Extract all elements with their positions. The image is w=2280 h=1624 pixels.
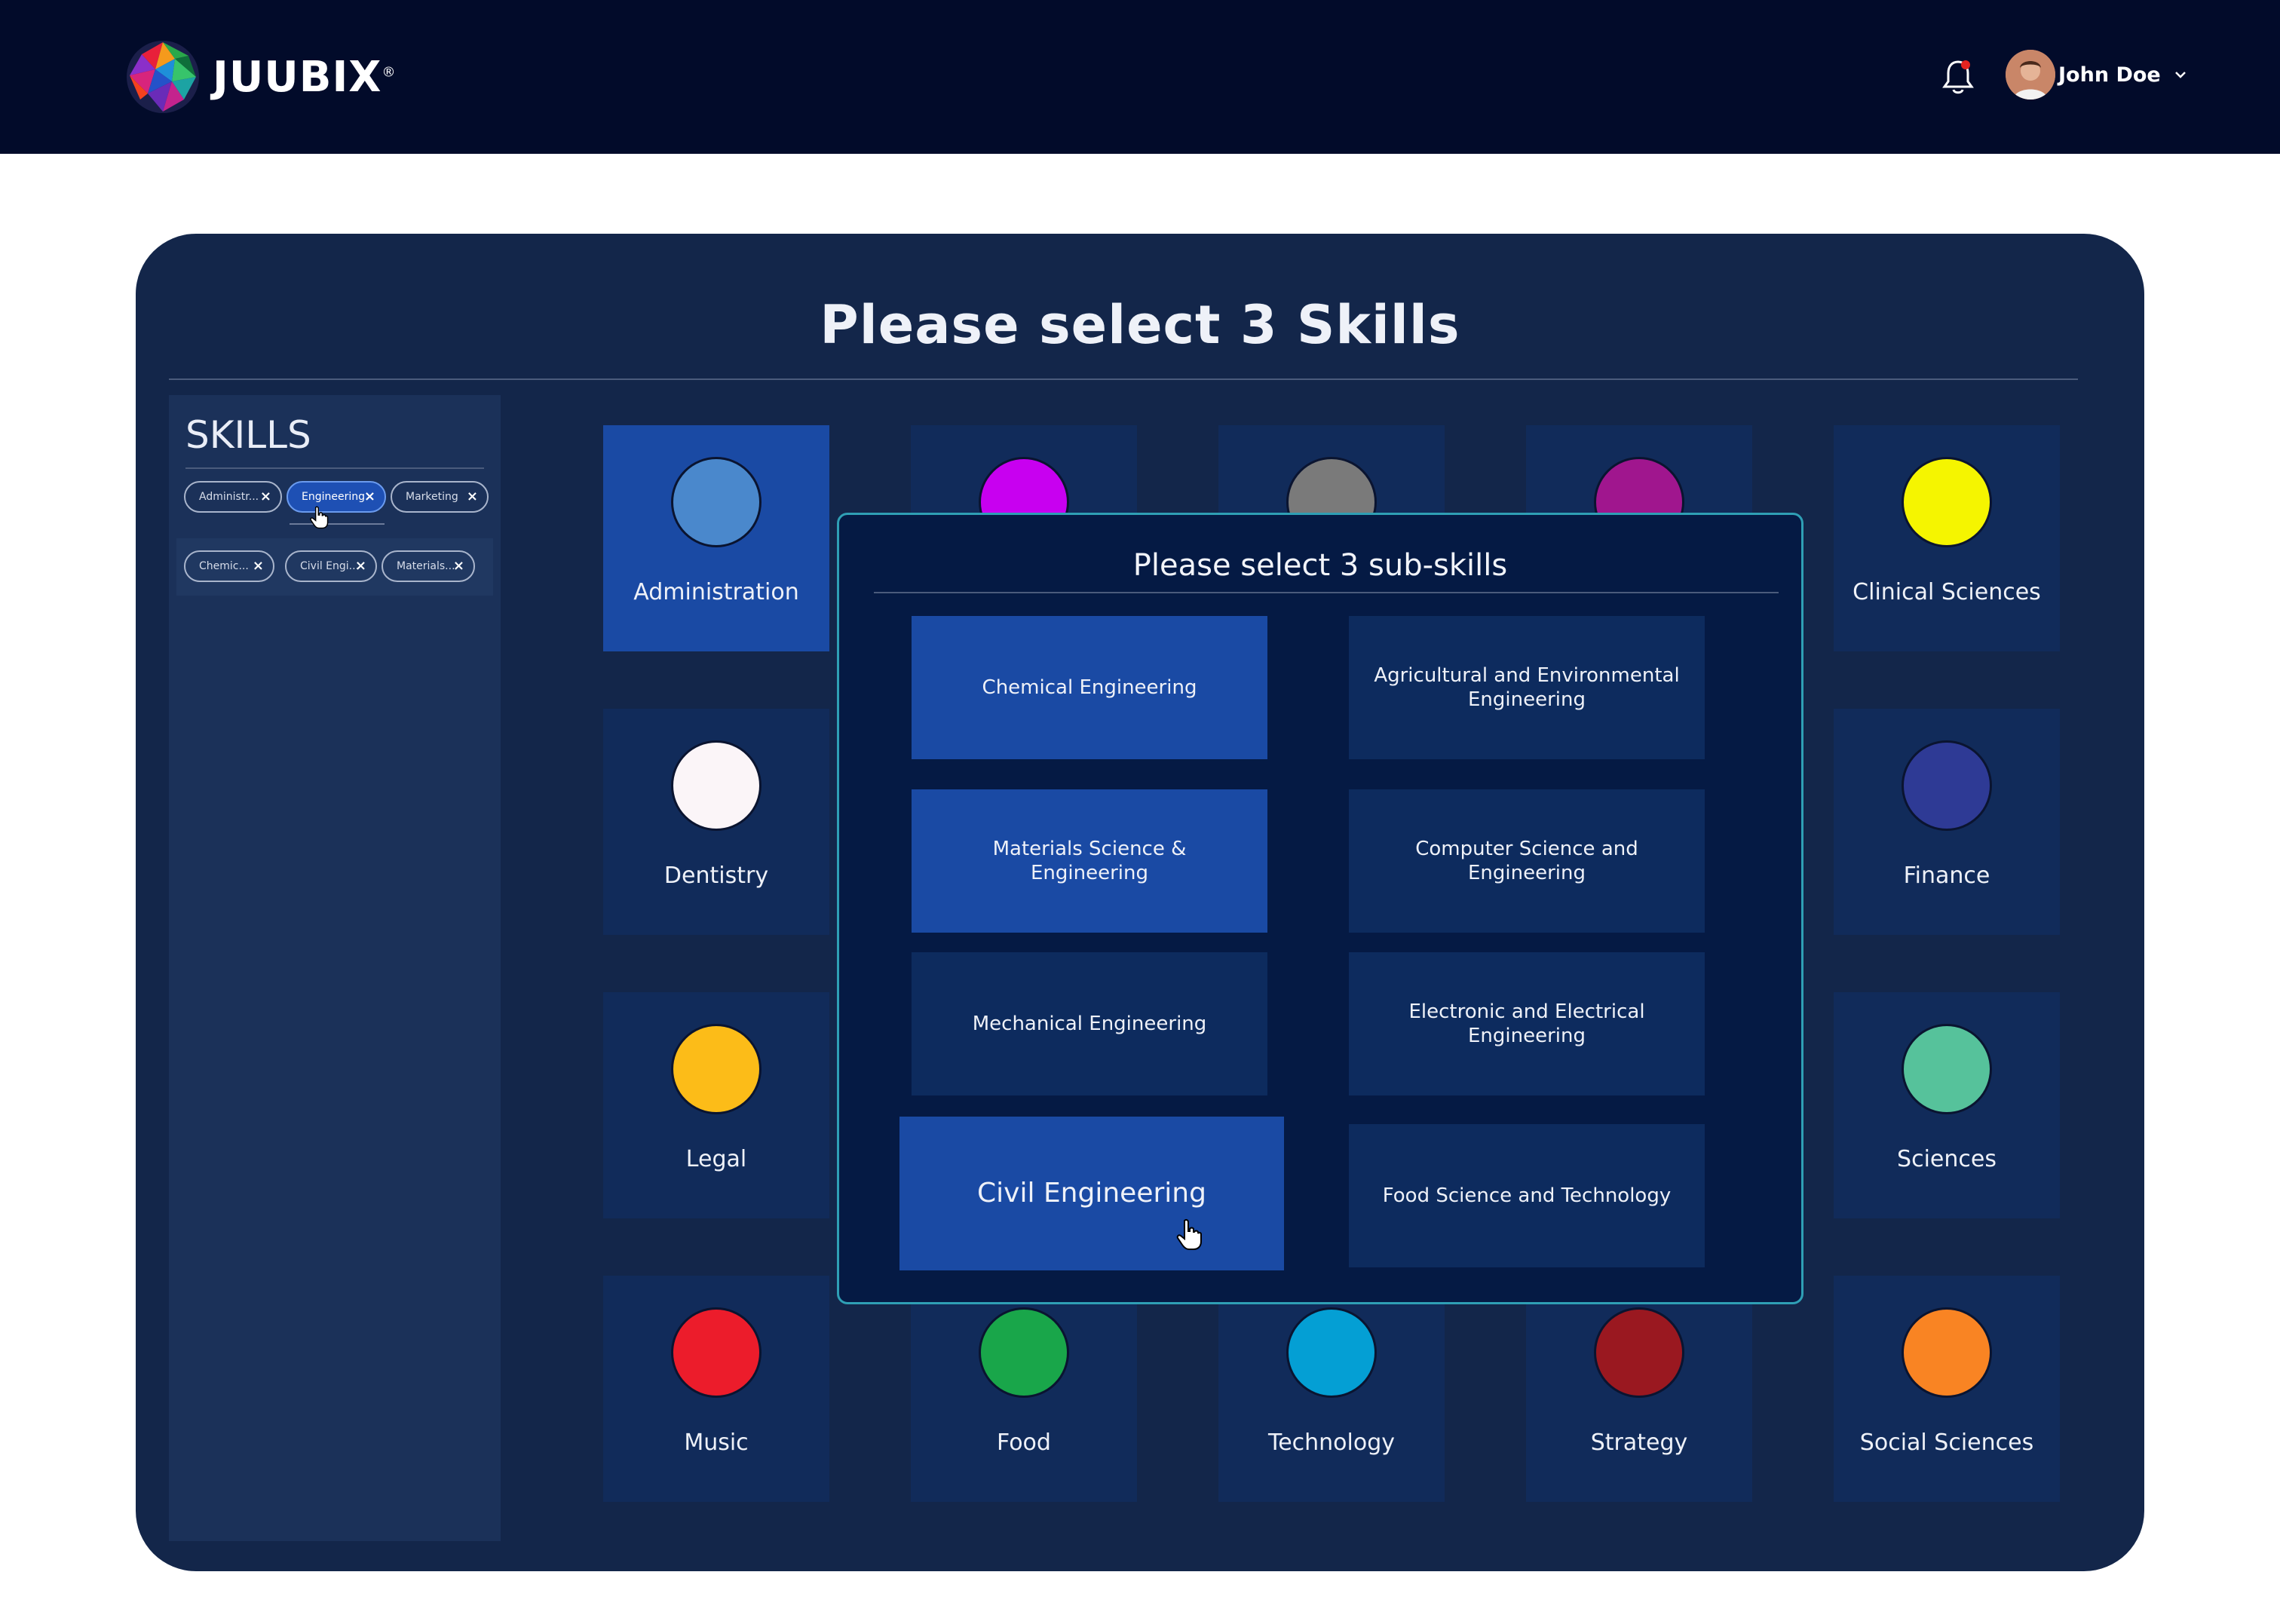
skill-color-circle	[1902, 740, 1992, 831]
skill-color-circle	[1902, 457, 1992, 547]
remove-icon[interactable]: ×	[355, 558, 366, 574]
subskill-materials-science-engineering[interactable]: Materials Science & Engineering	[912, 789, 1267, 933]
skill-chip-administration[interactable]: Administr... ×	[184, 481, 282, 513]
user-name: John Doe	[2058, 63, 2161, 87]
subskill-electronic-electrical-engineering[interactable]: Electronic and Electrical Engineering	[1349, 952, 1705, 1095]
skill-color-circle	[671, 457, 762, 547]
skill-label: Technology	[1267, 1429, 1396, 1456]
skill-color-circle	[979, 1307, 1069, 1398]
juubix-logo-icon	[127, 41, 199, 113]
skill-label: Sciences	[1897, 1146, 1997, 1172]
skill-tile-strategy[interactable]: Strategy	[1526, 1276, 1752, 1502]
divider	[169, 378, 2078, 380]
skill-color-circle	[671, 1307, 762, 1398]
skill-tile-administration[interactable]: Administration	[603, 425, 829, 651]
skill-label: Administration	[633, 579, 799, 605]
skill-label: Music	[684, 1429, 749, 1456]
subskill-label: Mechanical Engineering	[972, 1013, 1207, 1035]
skill-color-circle	[671, 740, 762, 831]
skill-label: Legal	[685, 1146, 747, 1172]
subskill-computer-science-engineering[interactable]: Computer Science and Engineering	[1349, 789, 1705, 933]
remove-icon[interactable]: ×	[467, 489, 478, 504]
divider	[185, 467, 484, 469]
subskill-label: Agricultural and Environmental Engineeri…	[1374, 664, 1680, 711]
skill-chip-engineering[interactable]: Engineering ×	[287, 481, 386, 513]
brand-logo[interactable]: JUUBIX®	[125, 39, 396, 115]
skill-color-circle	[1902, 1024, 1992, 1114]
pointer-cursor-icon	[1176, 1218, 1202, 1250]
skill-tile-finance[interactable]: Finance	[1834, 709, 2060, 935]
chip-label: Marketing	[406, 491, 458, 503]
subskill-agricultural-environmental-engineering[interactable]: Agricultural and Environmental Engineeri…	[1349, 616, 1705, 759]
subskill-label: Materials Science & Engineering	[992, 838, 1187, 884]
skill-tile-legal[interactable]: Legal	[603, 992, 829, 1218]
skill-label: Social Sciences	[1859, 1429, 2034, 1456]
skill-tile-social-sciences[interactable]: Social Sciences	[1834, 1276, 2060, 1502]
skill-tile-clinical-sciences[interactable]: Clinical Sciences	[1834, 425, 2060, 651]
subskill-chip-row: Chemic... × Civil Engi... × Materials...…	[176, 538, 493, 596]
sidebar-title: SKILLS	[185, 413, 311, 457]
subskill-civil-engineering[interactable]: Civil Engineering	[899, 1117, 1284, 1270]
skill-label: Strategy	[1590, 1429, 1688, 1456]
divider	[874, 592, 1779, 593]
skill-label: Clinical Sciences	[1852, 579, 2041, 605]
skills-sidebar: SKILLS Administr... × Engineering × Mark…	[169, 395, 501, 1541]
subskill-label: Food Science and Technology	[1382, 1184, 1672, 1207]
modal-title: Please select 3 sub-skills	[1132, 548, 1508, 583]
subskill-chip-chemical[interactable]: Chemic... ×	[184, 550, 274, 582]
subskill-label: Electronic and Electrical Engineering	[1408, 1000, 1645, 1047]
skill-chip-marketing[interactable]: Marketing ×	[391, 481, 489, 513]
user-menu[interactable]: John Doe	[2006, 50, 2188, 100]
subskill-chip-civil[interactable]: Civil Engi... ×	[285, 550, 377, 582]
skill-color-circle	[1286, 1307, 1377, 1398]
remove-icon[interactable]: ×	[260, 489, 271, 504]
skill-color-circle	[1902, 1307, 1992, 1398]
subskill-chemical-engineering[interactable]: Chemical Engineering	[912, 616, 1267, 759]
remove-icon[interactable]: ×	[253, 558, 264, 574]
skill-label: Food	[997, 1429, 1051, 1456]
remove-icon[interactable]: ×	[364, 489, 375, 504]
skill-label: Finance	[1903, 863, 1990, 889]
subskill-food-science-technology[interactable]: Food Science and Technology	[1349, 1124, 1705, 1267]
skill-tile-music[interactable]: Music	[603, 1276, 829, 1502]
active-chip-underline	[290, 523, 385, 525]
subskill-label: Chemical Engineering	[982, 676, 1197, 699]
skill-tile-technology[interactable]: Technology	[1218, 1276, 1445, 1502]
subskill-mechanical-engineering[interactable]: Mechanical Engineering	[912, 952, 1267, 1095]
pointer-cursor-icon	[310, 506, 329, 529]
brand-name: JUUBIX®	[213, 52, 397, 102]
skill-tile-dentistry[interactable]: Dentistry	[603, 709, 829, 935]
chip-label: Chemic...	[199, 560, 249, 572]
subskill-chip-materials[interactable]: Materials... ×	[382, 550, 475, 582]
page-title: Please select 3 Skills	[820, 294, 1460, 356]
skill-color-circle	[1594, 1307, 1684, 1398]
avatar	[2006, 50, 2055, 100]
subskills-modal: Please select 3 sub-skills Chemical Engi…	[837, 513, 1803, 1304]
notification-dot	[1961, 60, 1970, 69]
subskill-label: Computer Science and Engineering	[1415, 838, 1638, 884]
skill-tile-sciences[interactable]: Sciences	[1834, 992, 2060, 1218]
chevron-down-icon[interactable]	[2173, 67, 2188, 82]
chip-label: Engineering	[302, 491, 365, 503]
skill-label: Dentistry	[663, 863, 769, 889]
subskill-label: Civil Engineering	[977, 1178, 1206, 1209]
bell-icon[interactable]	[1941, 57, 1975, 97]
chip-label: Materials...	[397, 560, 455, 572]
remove-icon[interactable]: ×	[453, 558, 464, 574]
skill-color-circle	[671, 1024, 762, 1114]
chip-label: Civil Engi...	[300, 560, 360, 572]
chip-label: Administr...	[199, 491, 259, 503]
top-bar: JUUBIX® John Doe	[0, 0, 2280, 154]
skill-tile-food[interactable]: Food	[911, 1276, 1137, 1502]
